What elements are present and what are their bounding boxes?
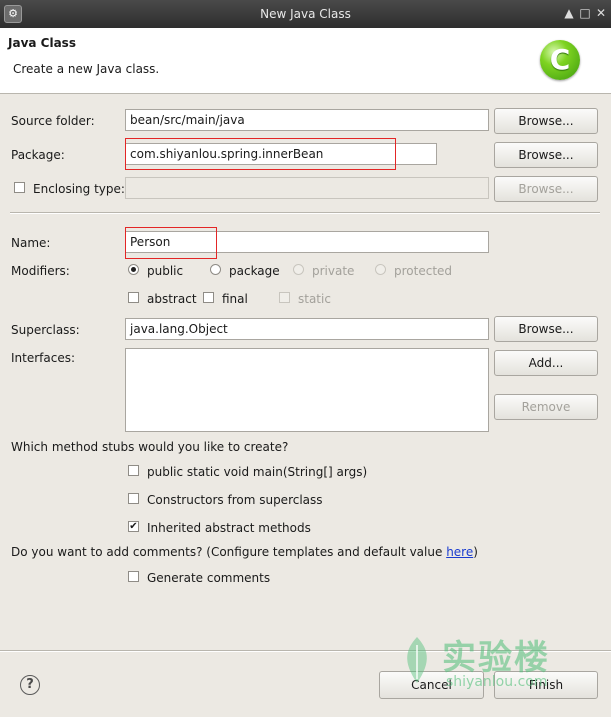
- wizard-header: Java Class Create a new Java class.: [0, 28, 611, 94]
- stub-inherited-checkbox[interactable]: ✔: [128, 521, 139, 532]
- wizard-description: Create a new Java class.: [13, 62, 160, 76]
- modifier-public-radio[interactable]: [128, 264, 139, 275]
- modifier-package-radio[interactable]: [210, 264, 221, 275]
- modifier-package-label: package: [229, 264, 280, 278]
- source-folder-browse-button[interactable]: Browse...: [494, 108, 598, 134]
- close-icon[interactable]: ✕: [594, 6, 608, 20]
- stub-constructors-label: Constructors from superclass: [147, 493, 323, 507]
- name-highlight-box: [125, 227, 217, 259]
- interfaces-remove-button: Remove: [494, 394, 598, 420]
- modifier-final-label: final: [222, 292, 248, 306]
- superclass-input[interactable]: java.lang.Object: [125, 318, 489, 340]
- package-label: Package:: [11, 148, 65, 162]
- modifier-private-radio: [293, 264, 304, 275]
- package-highlight-box: [125, 138, 396, 170]
- generate-comments-label: Generate comments: [147, 571, 271, 585]
- modifier-protected-label: protected: [394, 264, 453, 278]
- modifier-private-label: private: [312, 264, 355, 278]
- modifier-protected-radio: [375, 264, 386, 275]
- stub-constructors-checkbox[interactable]: [128, 493, 139, 504]
- configure-templates-link[interactable]: here: [446, 545, 473, 559]
- stub-main-label: public static void main(String[] args): [147, 465, 368, 479]
- interfaces-add-button[interactable]: Add...: [494, 350, 598, 376]
- leaf-logo-icon: [407, 637, 427, 683]
- watermark-subtext: shiyanlou.com: [446, 674, 548, 690]
- source-folder-input[interactable]: bean/src/main/java: [125, 109, 489, 131]
- stub-inherited-label: Inherited abstract methods: [147, 521, 311, 535]
- separator: [10, 212, 600, 214]
- interfaces-label: Interfaces:: [11, 351, 76, 365]
- comments-question: Do you want to add comments? (Configure …: [11, 545, 478, 559]
- enclosing-type-input: [125, 177, 489, 199]
- maximize-icon[interactable]: □: [578, 6, 592, 20]
- enclosing-type-checkbox[interactable]: [14, 182, 25, 193]
- shade-icon[interactable]: ▲: [562, 6, 576, 20]
- modifier-static-label: static: [298, 292, 331, 306]
- superclass-label: Superclass:: [11, 323, 80, 337]
- interfaces-list[interactable]: [125, 348, 489, 432]
- enclosing-type-browse-button: Browse...: [494, 176, 598, 202]
- modifier-static-checkbox: [279, 292, 290, 303]
- generate-comments-checkbox[interactable]: [128, 571, 139, 582]
- modifier-abstract-checkbox[interactable]: [128, 292, 139, 303]
- title-bar: ⚙ New Java Class ▲ □ ✕: [0, 0, 611, 28]
- name-label: Name:: [11, 236, 51, 250]
- java-class-logo-icon: C: [540, 40, 580, 80]
- modifier-abstract-label: abstract: [147, 292, 197, 306]
- modifier-public-label: public: [147, 264, 184, 278]
- shiyanlou-watermark: 实验楼 shiyanlou.com: [398, 630, 568, 695]
- method-stubs-question: Which method stubs would you like to cre…: [11, 440, 289, 454]
- help-icon[interactable]: ?: [20, 675, 40, 695]
- stub-main-checkbox[interactable]: [128, 465, 139, 476]
- window-title: New Java Class: [260, 7, 351, 21]
- modifier-final-checkbox[interactable]: [203, 292, 214, 303]
- modifiers-label: Modifiers:: [11, 264, 70, 278]
- enclosing-type-label: Enclosing type:: [33, 182, 125, 196]
- source-folder-label: Source folder:: [11, 114, 95, 128]
- package-browse-button[interactable]: Browse...: [494, 142, 598, 168]
- superclass-browse-button[interactable]: Browse...: [494, 316, 598, 342]
- wizard-title: Java Class: [8, 36, 76, 50]
- watermark-text: 实验楼: [442, 638, 550, 678]
